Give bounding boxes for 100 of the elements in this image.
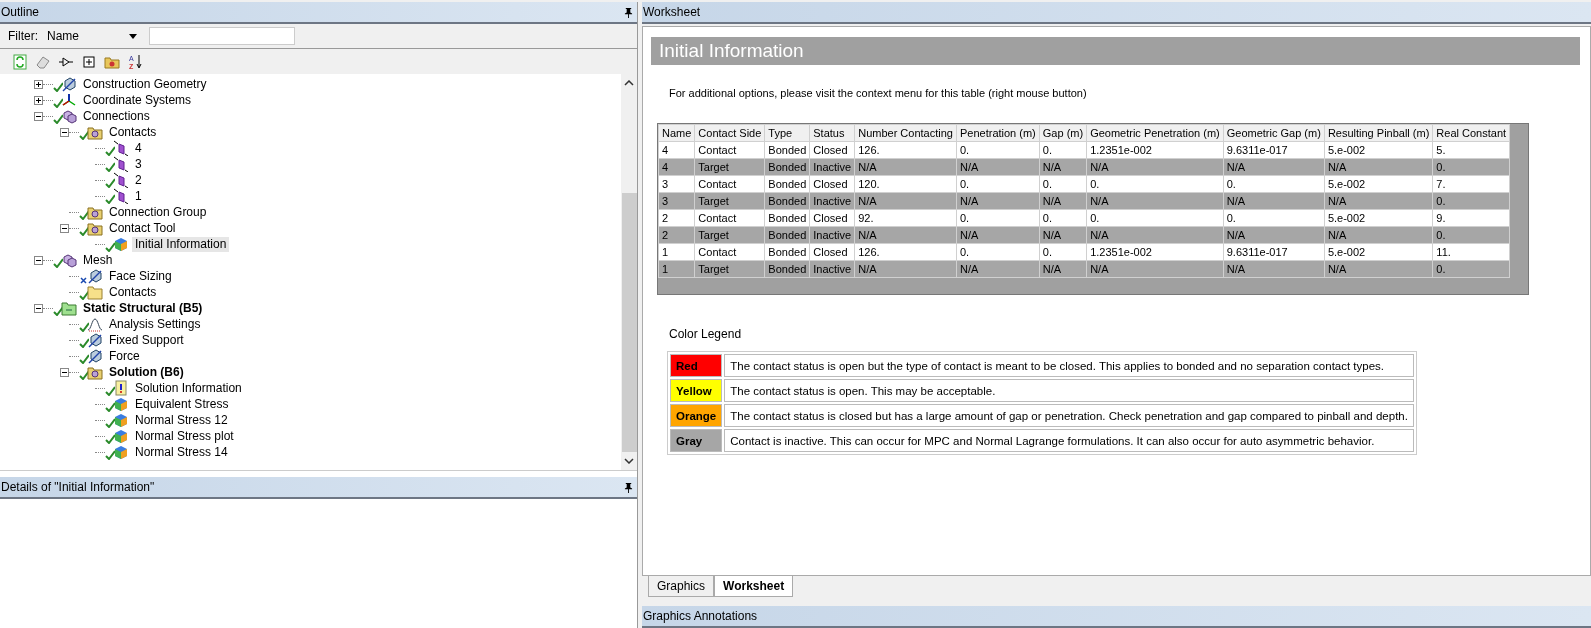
tree-item[interactable]: Force bbox=[106, 348, 143, 364]
collapse-icon[interactable] bbox=[34, 303, 43, 313]
tree-item[interactable]: 1 bbox=[132, 188, 145, 204]
table-cell: Target bbox=[694, 192, 765, 210]
tree-item[interactable]: Solution (B6) bbox=[106, 364, 187, 380]
tab[interactable]: Graphics bbox=[648, 576, 715, 597]
expand-icon[interactable] bbox=[34, 79, 43, 89]
tree-item[interactable]: Contacts bbox=[106, 284, 160, 300]
table-cell: 7. bbox=[1432, 175, 1510, 193]
table-cell: 11. bbox=[1432, 243, 1510, 261]
expand-icon[interactable] bbox=[34, 95, 43, 105]
tree-item[interactable]: Solution Information bbox=[132, 380, 245, 396]
collapse-icon[interactable] bbox=[34, 255, 43, 265]
worksheet-banner: Initial Information bbox=[651, 37, 1580, 65]
result-cube-icon bbox=[113, 444, 129, 460]
table-cell: 0. bbox=[1432, 260, 1510, 278]
legend-title: Color Legend bbox=[669, 327, 742, 341]
table-cell: N/A bbox=[854, 260, 957, 278]
table-cell: 0. bbox=[1039, 209, 1087, 227]
table-cell: 1 bbox=[658, 260, 695, 278]
folder-icon bbox=[87, 364, 103, 380]
table-cell: N/A bbox=[1223, 260, 1325, 278]
pin-icon[interactable] bbox=[624, 481, 633, 493]
tree-item[interactable]: Static Structural (B5) bbox=[80, 300, 206, 316]
table-cell: N/A bbox=[956, 260, 1040, 278]
table-cell: 126. bbox=[854, 141, 957, 159]
tree-item[interactable]: Connection Group bbox=[106, 204, 210, 220]
table-cell: 4 bbox=[658, 158, 695, 176]
table-cell: Target bbox=[694, 260, 765, 278]
result-cube-icon bbox=[113, 396, 129, 412]
scrollbar[interactable] bbox=[621, 74, 637, 470]
tree-item[interactable]: Analysis Settings bbox=[106, 316, 204, 332]
panel-title: Worksheet bbox=[643, 5, 701, 19]
tree-item[interactable]: Initial Information bbox=[132, 236, 230, 252]
table-cell: 0. bbox=[1432, 192, 1510, 210]
scroll-up-icon[interactable] bbox=[624, 80, 634, 86]
tree-item[interactable]: Fixed Support bbox=[106, 332, 187, 348]
column-header: Status bbox=[809, 124, 855, 142]
scroll-down-icon[interactable] bbox=[624, 458, 634, 464]
table-cell: Target bbox=[694, 226, 765, 244]
pin-icon[interactable] bbox=[624, 6, 633, 18]
table-cell: 0. bbox=[1086, 175, 1224, 193]
table-cell: N/A bbox=[1223, 158, 1325, 176]
table-cell: 0. bbox=[1223, 175, 1325, 193]
tree-item[interactable]: 2 bbox=[132, 172, 145, 188]
table-cell: Bonded bbox=[764, 192, 810, 210]
column-header: Gap (m) bbox=[1039, 124, 1087, 142]
table-cell: Contact bbox=[694, 209, 765, 227]
tree-item[interactable]: Connections bbox=[80, 108, 153, 124]
table-cell: Contact bbox=[694, 243, 765, 261]
table-cell: N/A bbox=[1039, 260, 1087, 278]
tree-item[interactable]: Contacts bbox=[106, 124, 160, 140]
tree-item[interactable]: Normal Stress 12 bbox=[132, 412, 231, 428]
table-cell: N/A bbox=[956, 158, 1040, 176]
color-swatch: Gray bbox=[670, 429, 723, 452]
tree-item[interactable]: Face Sizing bbox=[106, 268, 175, 284]
table-cell: 4 bbox=[658, 141, 695, 159]
tab[interactable]: Worksheet bbox=[714, 576, 794, 597]
table-cell: Bonded bbox=[764, 158, 810, 176]
legend-text: The contact status is closed but has a large amount of gap or penetration. Check penetration and gap compared to pinball and depth. bbox=[724, 404, 1414, 427]
collapse-icon[interactable] bbox=[60, 127, 69, 137]
tree-item[interactable]: 3 bbox=[132, 156, 145, 172]
table-cell: Bonded bbox=[764, 260, 810, 278]
collapse-icon[interactable] bbox=[34, 111, 43, 121]
collapse-icon[interactable] bbox=[60, 223, 69, 233]
table-cell: 9.6311e-017 bbox=[1223, 243, 1325, 261]
table-cell: 0. bbox=[1086, 209, 1224, 227]
contact-region-icon bbox=[113, 188, 129, 204]
tree-item[interactable]: Mesh bbox=[80, 252, 116, 268]
contact-region-icon bbox=[113, 172, 129, 188]
table-cell: Bonded bbox=[764, 175, 810, 193]
column-header: Real Constant bbox=[1432, 124, 1510, 142]
table-cell: Inactive bbox=[809, 192, 855, 210]
column-header: Penetration (m) bbox=[956, 124, 1040, 142]
tree-item[interactable]: 4 bbox=[132, 140, 145, 156]
info-page-icon bbox=[113, 380, 129, 396]
table-cell: Inactive bbox=[809, 260, 855, 278]
column-header: Name bbox=[658, 124, 695, 142]
collapse-icon[interactable] bbox=[60, 367, 69, 377]
table-cell: Closed bbox=[809, 175, 855, 193]
tree-item[interactable]: Contact Tool bbox=[106, 220, 179, 236]
tree-item[interactable]: Normal Stress plot bbox=[132, 428, 237, 444]
table-cell: 3 bbox=[658, 192, 695, 210]
table-cell: N/A bbox=[1324, 226, 1433, 244]
tree-item[interactable]: Equivalent Stress bbox=[132, 396, 232, 412]
table-cell: 0. bbox=[1039, 141, 1087, 159]
table-cell: Inactive bbox=[809, 226, 855, 244]
table-cell: 9. bbox=[1432, 209, 1510, 227]
table-cell: Bonded bbox=[764, 243, 810, 261]
filter-input[interactable] bbox=[149, 27, 295, 45]
tree-item[interactable]: Construction Geometry bbox=[80, 76, 210, 92]
expand-all-icon[interactable] bbox=[81, 53, 97, 70]
tree-item[interactable]: Coordinate Systems bbox=[80, 92, 195, 108]
table-cell: 5.e-002 bbox=[1324, 175, 1433, 193]
color-swatch: Yellow bbox=[670, 379, 723, 402]
column-header: Geometric Penetration (m) bbox=[1086, 124, 1224, 142]
tree-item[interactable]: Normal Stress 14 bbox=[132, 444, 231, 460]
table-cell: N/A bbox=[854, 226, 957, 244]
refresh-icon[interactable] bbox=[12, 53, 28, 70]
color-swatch: Orange bbox=[670, 404, 723, 427]
